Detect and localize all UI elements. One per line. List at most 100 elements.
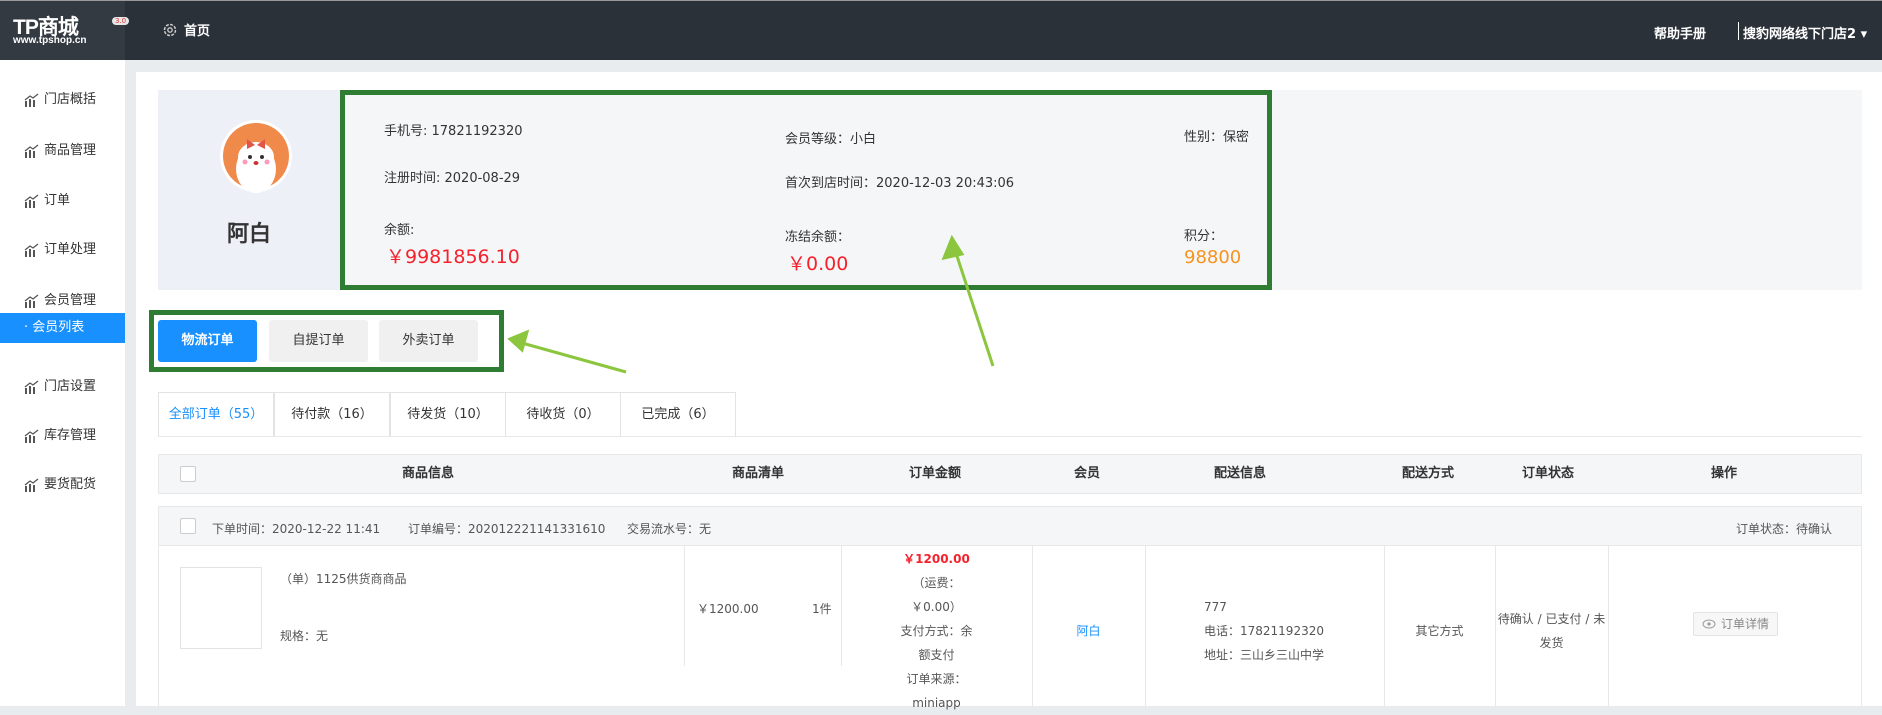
- divider: [684, 546, 685, 666]
- member-level: 会员等级：小白: [785, 132, 877, 147]
- sidebar-item[interactable]: 订单处理: [0, 235, 125, 265]
- order-source-label: 订单来源：: [906, 672, 967, 686]
- select-all-checkbox[interactable]: [180, 466, 196, 482]
- column-header: 操作: [1710, 466, 1738, 481]
- chart-icon: [24, 93, 39, 107]
- takeout-order-button[interactable]: 外卖订单: [379, 320, 478, 362]
- sidebar-item[interactable]: 会员管理: [0, 286, 125, 316]
- sidebar-item-label: 门店概括: [44, 92, 97, 107]
- sidebar-item[interactable]: · 会员列表: [0, 313, 125, 343]
- column-header: 商品清单: [731, 466, 785, 481]
- chart-icon: [24, 380, 39, 394]
- sidebar-item-label: 订单: [44, 193, 71, 208]
- freight-value: ￥0.00）: [911, 600, 962, 614]
- first-visit-time: 首次到店时间：2020-12-03 20:43:06: [785, 176, 1015, 191]
- order-detail-button[interactable]: 订单详情: [1693, 612, 1779, 636]
- logo[interactable]: TP商城 3.0 www.tpshop.cn: [0, 1, 130, 61]
- order-checkbox[interactable]: [180, 518, 196, 534]
- product-spec: 规格：无: [280, 629, 329, 643]
- member-link[interactable]: 阿白: [1032, 619, 1145, 643]
- home-link[interactable]: 首页: [162, 20, 210, 39]
- column-header: 配送信息: [1213, 466, 1267, 481]
- status-confirm: 待确认: [1497, 612, 1534, 626]
- sidebar-item-label: 会员管理: [44, 293, 97, 308]
- balance-value: ￥9981856.10: [386, 246, 520, 268]
- sidebar-item-label: 门店设置: [44, 379, 97, 394]
- chart-icon: [24, 478, 39, 492]
- payment-method: 支付方式：余: [900, 624, 973, 638]
- chart-icon: [24, 243, 39, 257]
- order-status: 待确认 / 已支付 / 未 发货: [1495, 607, 1608, 655]
- tab-pending-payment[interactable]: 待付款（16）: [274, 392, 390, 436]
- frozen-balance-value: ￥0.00: [787, 253, 849, 275]
- separator: /: [1537, 612, 1542, 626]
- sidebar-item[interactable]: 要货配货: [0, 470, 125, 500]
- sidebar-item[interactable]: 门店设置: [0, 372, 125, 402]
- column-header: 商品信息: [401, 466, 455, 481]
- sidebar-item-label: 库存管理: [44, 428, 97, 443]
- member-phone: 手机号: 17821192320: [384, 124, 523, 139]
- tab-pending-shipment[interactable]: 待发货（10）: [390, 392, 506, 436]
- divider: [158, 546, 159, 706]
- shipping-method: 其它方式: [1415, 624, 1464, 638]
- product-price: ￥1200.00: [697, 602, 759, 616]
- sidebar-item[interactable]: 门店概括: [0, 85, 125, 115]
- member-gender: 性别：保密: [1184, 130, 1250, 145]
- ship-name: 777: [1204, 600, 1227, 614]
- ship-address: 地址：三山乡三山中学: [1204, 648, 1325, 662]
- help-link[interactable]: 帮助手册: [1654, 23, 1706, 42]
- chart-icon: [24, 194, 39, 208]
- tab-pending-receipt[interactable]: 待收货（0）: [505, 392, 621, 436]
- order-amount-cell: ￥1200.00 （运费： ￥0.00） 支付方式：余 额支付 订单来源： mi…: [841, 547, 1032, 715]
- points-label: 积分：: [1184, 229, 1224, 244]
- product-quantity: 1件: [812, 602, 832, 616]
- column-header: 配送方式: [1401, 466, 1455, 481]
- order-status-summary: 订单状态：待确认: [1735, 522, 1832, 536]
- chart-icon: [24, 429, 39, 443]
- order-number: 订单编号：202012221141331610: [408, 522, 606, 536]
- ship-phone: 电话：17821192320: [1204, 624, 1324, 638]
- store-dropdown[interactable]: 搜豹网络线下门店2 ▾: [1743, 23, 1867, 42]
- eye-icon: [1702, 619, 1716, 629]
- logistics-order-button[interactable]: 物流订单: [158, 320, 257, 362]
- sidebar-item[interactable]: 订单: [0, 186, 125, 216]
- separator: /: [1585, 612, 1590, 626]
- product-image[interactable]: [180, 567, 262, 649]
- divider: [1608, 546, 1609, 706]
- column-header: 订单金额: [908, 466, 962, 481]
- member-register-date: 注册时间: 2020-08-29: [384, 171, 521, 186]
- column-header: 会员: [1073, 466, 1101, 481]
- chart-icon: [24, 294, 39, 308]
- shipping-info: 777 电话：17821192320 地址：三山乡三山中学: [1204, 595, 1324, 667]
- sidebar-item-label: 要货配货: [44, 477, 97, 492]
- freight-label: （运费：: [912, 576, 961, 590]
- balance-label: 余额:: [384, 223, 415, 238]
- member-avatar-block: 阿白: [158, 90, 340, 290]
- top-header: TP商城 3.0 www.tpshop.cn 首页 帮助手册 搜豹网络线下门店2…: [0, 0, 1882, 61]
- divider: [1145, 546, 1146, 706]
- transaction-serial: 交易流水号：无: [627, 522, 712, 536]
- column-header: 订单状态: [1521, 466, 1575, 481]
- order-amount: ￥1200.00: [903, 552, 970, 566]
- status-unshipped: 未: [1593, 612, 1606, 626]
- payment-method-cont: 额支付: [918, 648, 955, 662]
- divider: [1861, 546, 1862, 706]
- pickup-order-button[interactable]: 自提订单: [269, 320, 368, 362]
- order-time: 下单时间：2020-12-22 11:41: [212, 522, 381, 536]
- points-value: 98800: [1184, 247, 1242, 268]
- sidebar-item-label: 商品管理: [44, 143, 97, 158]
- avatar: [220, 120, 292, 193]
- chart-icon: [24, 144, 39, 158]
- divider: [1738, 22, 1739, 40]
- member-name: 阿白: [226, 222, 271, 247]
- sidebar-item[interactable]: 商品管理: [0, 136, 125, 166]
- tab-completed[interactable]: 已完成（6）: [620, 392, 736, 436]
- status-paid: 已支付: [1545, 612, 1582, 626]
- tab-all-orders[interactable]: 全部订单（55）: [158, 392, 274, 436]
- order-source-value: miniapp: [912, 696, 961, 710]
- sidebar-item[interactable]: 库存管理: [0, 421, 125, 451]
- sidebar-item-label: · 会员列表: [24, 320, 85, 335]
- sidebar-item-label: 订单处理: [44, 242, 97, 257]
- product-name[interactable]: （单）1125供货商商品: [280, 570, 407, 587]
- gear-icon: [163, 23, 177, 36]
